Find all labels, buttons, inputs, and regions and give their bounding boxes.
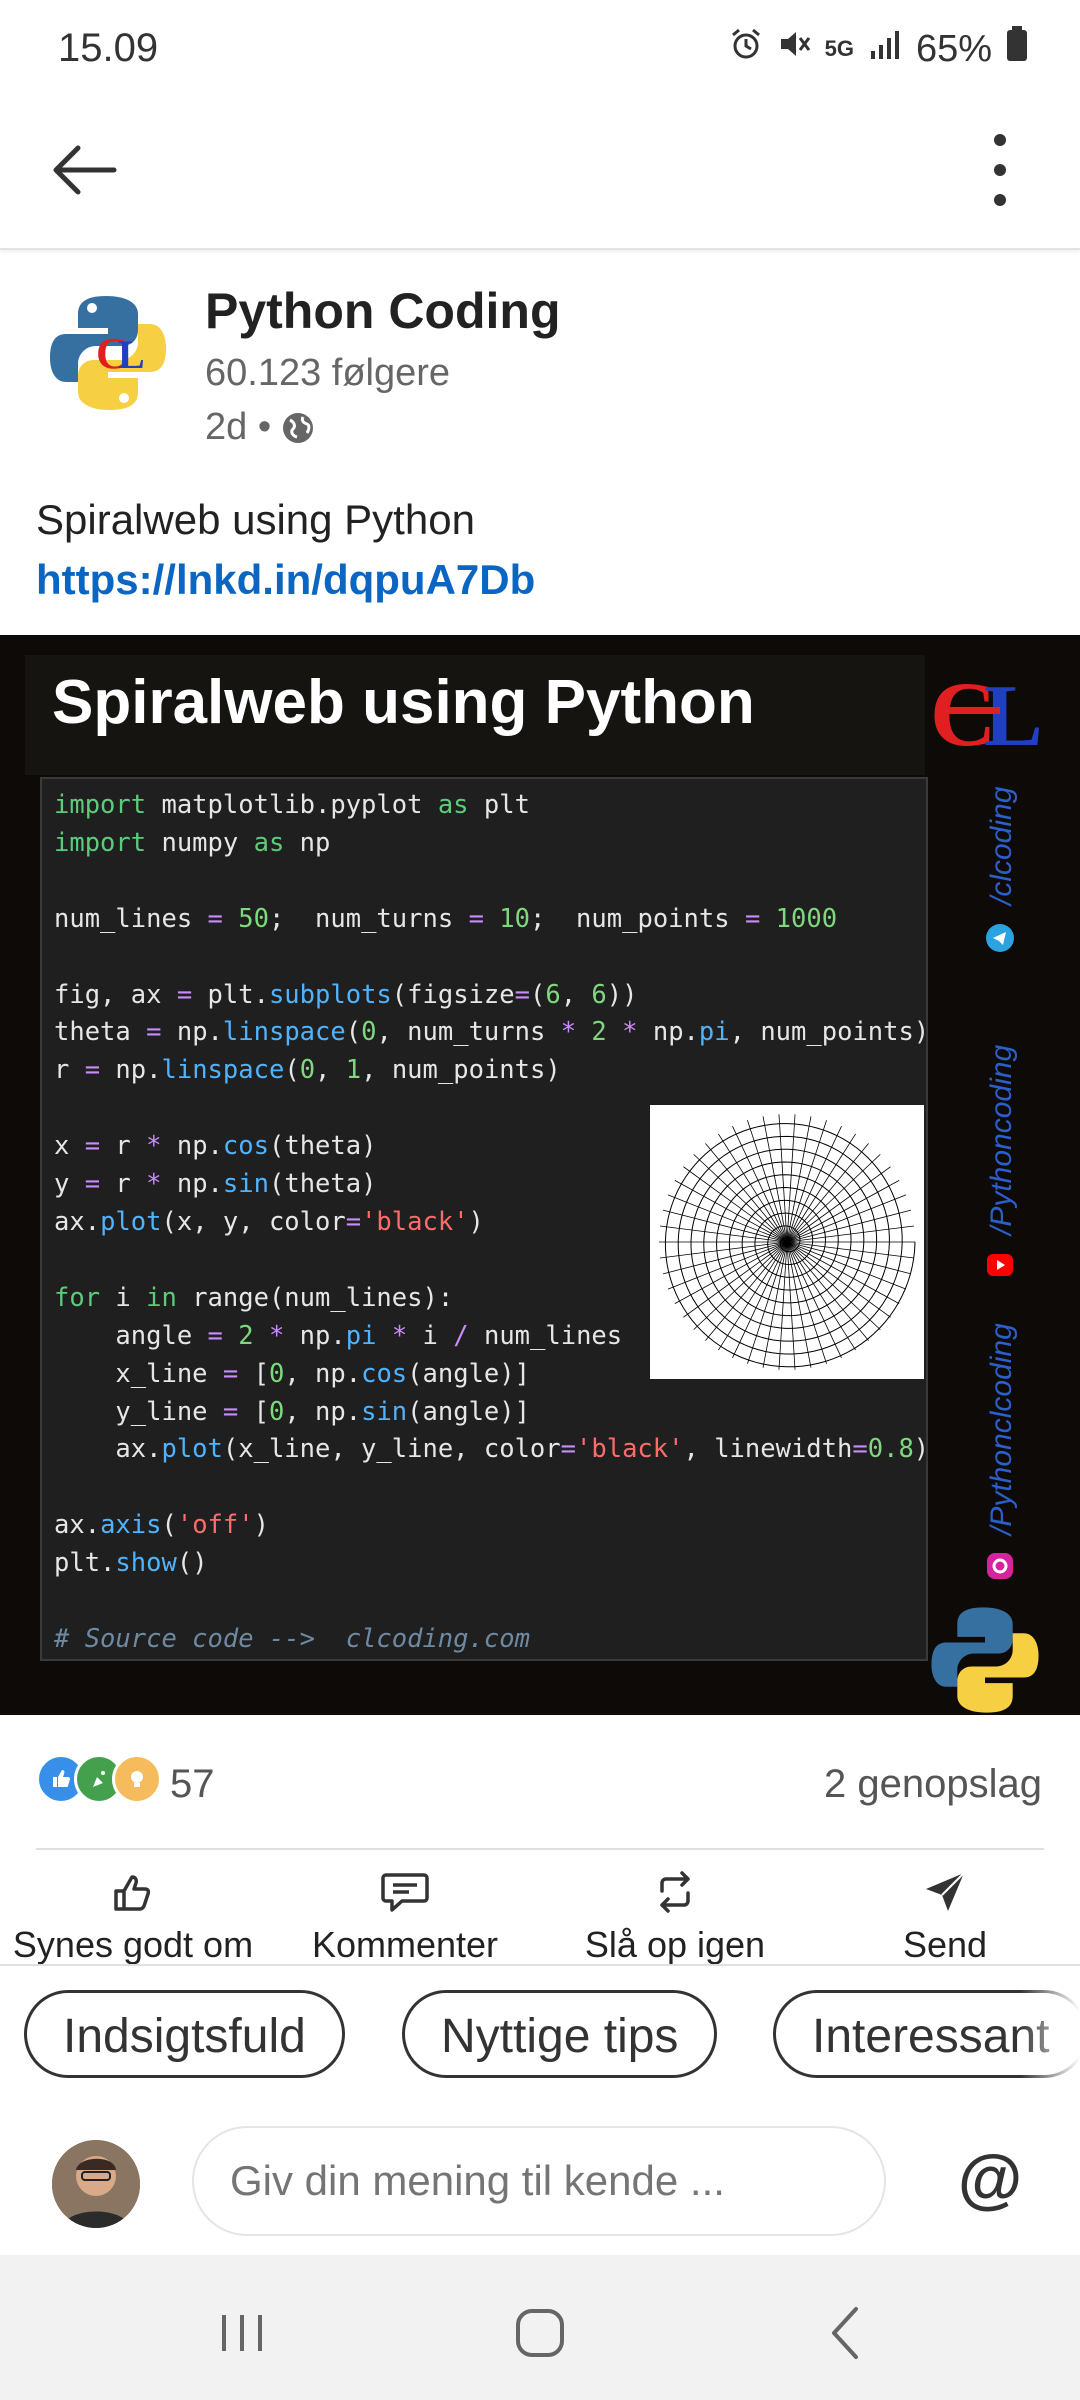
comment-icon (381, 1873, 429, 1912)
image-title: Spiralweb using Python (52, 668, 755, 737)
comment-button[interactable]: Kommenter (280, 1866, 530, 1966)
spiral-spoke (786, 1143, 869, 1243)
send-label: Send (902, 1924, 988, 1965)
chip-insightful[interactable]: Indsigtsfuld (24, 1990, 345, 2078)
alarm-icon (729, 27, 763, 71)
recent-apps-icon (222, 2315, 262, 2351)
reaction-count[interactable]: 57 (170, 1762, 215, 1807)
back-button[interactable] (44, 130, 124, 210)
like-button[interactable]: Synes godt om (8, 1866, 258, 1966)
svg-text:L: L (984, 668, 1043, 765)
battery-icon (1006, 26, 1028, 72)
home-icon (516, 2309, 564, 2357)
home-button[interactable] (500, 2293, 580, 2373)
signal-icon (868, 27, 902, 71)
author-followers: 60.123 følgere (205, 352, 451, 394)
spiral-spoke (667, 1194, 788, 1243)
author-logo[interactable]: C L (48, 288, 168, 418)
mention-button[interactable]: @ (950, 2138, 1030, 2218)
post-age: 2d • (205, 406, 272, 448)
comment-label: Kommenter (311, 1924, 499, 1965)
send-button[interactable]: Send (820, 1866, 1070, 1966)
spiral-spoke (786, 1126, 842, 1243)
recent-apps-button[interactable] (202, 2293, 282, 2373)
comment-input[interactable] (192, 2126, 886, 2236)
post-meta: 2d • (205, 406, 315, 449)
status-icons: 5G 65% (729, 26, 1028, 72)
system-nav-bar (0, 2255, 1080, 2400)
post-text: Spiralweb using Python (36, 496, 475, 543)
globe-icon (283, 412, 314, 443)
network-type: 5G (824, 36, 854, 61)
battery-level: 65% (915, 27, 992, 70)
brand-side-bar: C L /clcoding /Pythoncoding /Pythonclcod… (925, 655, 1075, 1715)
chips-fade (1020, 1988, 1080, 2088)
youtube-icon (987, 1254, 1013, 1276)
repost-button[interactable]: Slå op igen (550, 1866, 800, 1966)
repost-icon (660, 1871, 690, 1913)
chip-useful-tips[interactable]: Nyttige tips (402, 1990, 718, 2078)
like-label: Synes godt om (12, 1924, 254, 1965)
reaction-icons[interactable] (36, 1754, 162, 1804)
author-name[interactable]: Python Coding (205, 282, 561, 340)
instagram-icon (987, 1553, 1013, 1579)
post-link[interactable]: https://lnkd.in/dqpuA7Db (36, 556, 535, 604)
insightful-reaction-icon (112, 1754, 162, 1804)
side-link-pythoncoding: /Pythoncoding (985, 1044, 1018, 1235)
repost-label: Slå op igen (584, 1924, 766, 1965)
back-arrow-icon (53, 145, 117, 195)
spiral-spoke (786, 1194, 907, 1243)
app-bar (0, 96, 1080, 250)
spiral-spoke (662, 1241, 788, 1275)
send-icon (926, 1872, 965, 1911)
spiral-spoke (786, 1241, 869, 1341)
mute-icon (777, 27, 811, 71)
more-options-button[interactable] (960, 130, 1040, 210)
divider (36, 1848, 1044, 1850)
side-link-clcoding: /clcoding (985, 786, 1018, 905)
spiral-spoke (732, 1126, 788, 1243)
more-vert-icon (994, 134, 1006, 206)
spiral-spoke (786, 1241, 907, 1290)
user-avatar (52, 2140, 140, 2228)
nav-back-icon (832, 2307, 858, 2359)
nav-back-button[interactable] (806, 2293, 886, 2373)
spiral-spoke (662, 1209, 788, 1243)
thumbs-up-icon (114, 1875, 151, 1911)
cl-logo: C L (930, 667, 1043, 765)
post-image[interactable]: Spiralweb using Python import matplotlib… (0, 635, 1080, 1715)
spiral-spoke (786, 1209, 912, 1243)
telegram-icon (986, 924, 1014, 952)
spiral-spoke (786, 1241, 842, 1358)
status-time: 15.09 (58, 26, 159, 70)
divider (0, 1964, 1080, 1966)
python-logo (931, 1607, 1039, 1713)
spiral-web-image (650, 1105, 924, 1379)
side-link-pythonclcoding: /Pythonclcoding (985, 1323, 1018, 1535)
reaction-chips: Indsigtsfuld Nyttige tips Interessant (0, 1988, 1080, 2088)
status-bar: 15.09 5G 65% (0, 0, 1080, 96)
svg-text:L: L (118, 332, 145, 377)
reposts-count[interactable]: 2 genopslag (824, 1762, 1042, 1807)
